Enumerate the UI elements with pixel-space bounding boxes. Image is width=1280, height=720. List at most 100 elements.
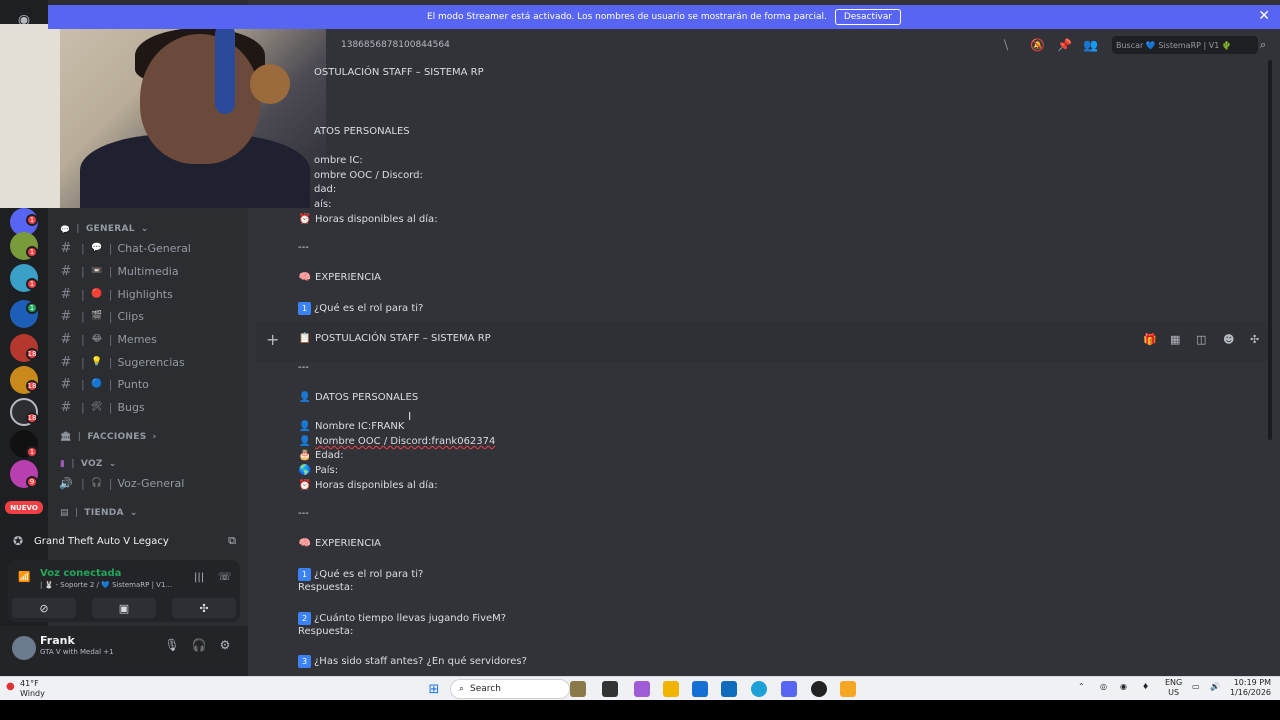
notification-badge: 1 bbox=[26, 214, 38, 226]
clock[interactable]: 10:19 PM 1/16/2026 bbox=[1230, 678, 1271, 698]
edge-icon[interactable] bbox=[751, 681, 767, 697]
webcam-overlay bbox=[0, 24, 326, 208]
windows-taskbar: ● 41°F Windy ⊞ ⌕ Search ⌃ ◎ ◉ ♦ ENG US ▭… bbox=[0, 676, 1280, 700]
channel-sugerencias[interactable]: # | 💡 | Sugerencias bbox=[56, 352, 242, 372]
notification-badge: 9 bbox=[26, 476, 38, 488]
weather-widget[interactable]: 41°F Windy bbox=[20, 679, 45, 699]
copilot-app-icon[interactable] bbox=[634, 681, 650, 697]
channel-memes[interactable]: # | 😂 | Memes bbox=[56, 329, 242, 349]
notification-badge: 1 bbox=[26, 278, 38, 290]
avatar[interactable] bbox=[12, 636, 36, 660]
store-icon[interactable] bbox=[692, 681, 708, 697]
person-icon: 👤 bbox=[298, 421, 312, 432]
channel-emoji: 🎧 bbox=[91, 478, 103, 488]
message-line: ⏰ Horas disponibles al día: bbox=[298, 480, 438, 491]
add-reaction-plus-icon[interactable]: + bbox=[266, 330, 279, 349]
scrollbar[interactable] bbox=[1268, 60, 1272, 440]
emoji-icon[interactable]: ☻ bbox=[1223, 333, 1234, 346]
channel-label: Highlights bbox=[117, 287, 173, 301]
hash-icon: # bbox=[60, 354, 72, 370]
voice-location[interactable]: | 🐰 - Soporte 2 / 💙 SistemaRP | V1... bbox=[40, 581, 172, 589]
members-icon[interactable]: 👥 bbox=[1083, 38, 1098, 52]
camera-off-button[interactable]: ⊘ bbox=[12, 598, 76, 618]
channel-highlights[interactable]: # | 🔴 | Highlights bbox=[56, 284, 242, 304]
gear-icon[interactable]: ⚙ bbox=[216, 638, 234, 656]
notification-badge: 1 bbox=[26, 302, 38, 314]
disable-streamer-button[interactable]: Desactivar bbox=[834, 9, 902, 25]
notification-badge: 1 bbox=[26, 446, 38, 458]
search-input[interactable]: Buscar 💙 SistemaRP | V1 🌵 bbox=[1112, 36, 1258, 54]
tray-icon[interactable]: ♦ bbox=[1142, 682, 1149, 691]
category-general[interactable]: 💬 | GENERAL ⌄ bbox=[60, 224, 149, 234]
tray-icon[interactable]: ◎ bbox=[1100, 682, 1107, 691]
tray-icon[interactable]: ◉ bbox=[1120, 682, 1127, 691]
hash-icon: # bbox=[60, 308, 72, 324]
cake-icon: 🎂 bbox=[298, 450, 312, 461]
medal-icon[interactable] bbox=[811, 681, 827, 697]
number-three-icon: 3 bbox=[298, 655, 311, 668]
message-line: 2 ¿Cuánto tiempo llevas jugando FiveM? bbox=[298, 612, 506, 625]
close-icon[interactable]: ✕ bbox=[1258, 8, 1270, 24]
sticker-icon[interactable]: ◫ bbox=[1196, 333, 1206, 346]
message-heading: ATOS PERSONALES bbox=[314, 126, 410, 137]
voice-status[interactable]: Voz conectada bbox=[40, 568, 121, 579]
outlook-icon[interactable] bbox=[721, 681, 737, 697]
person-icon: 👤 bbox=[298, 436, 312, 447]
screen-share-button[interactable]: ▣ bbox=[92, 598, 156, 618]
apps-icon[interactable]: ✣ bbox=[1250, 333, 1259, 346]
notification-badge: 1 bbox=[26, 246, 38, 258]
headphones-icon[interactable]: 🎧 bbox=[190, 638, 208, 656]
message-line: ⏰ Horas disponibles al día: bbox=[298, 214, 438, 225]
activity-status[interactable]: ✪ Grand Theft Auto V Legacy ⧉ bbox=[8, 527, 240, 555]
message-line: 🌎 País: bbox=[298, 465, 339, 476]
voice-connection-panel: 📶 Voz conectada | 🐰 - Soporte 2 / 💙 Sist… bbox=[8, 560, 240, 622]
search-icon[interactable]: ⌕ bbox=[1260, 38, 1266, 52]
activity-title: Grand Theft Auto V Legacy bbox=[34, 535, 169, 547]
channel-voz-general[interactable]: 🔊 | 🎧 | Voz-General bbox=[56, 473, 242, 493]
message-separator: --- bbox=[298, 362, 309, 373]
file-explorer-icon[interactable] bbox=[663, 681, 679, 697]
channel-clips[interactable]: # | 🎬 | Clips bbox=[56, 306, 242, 326]
disconnect-icon[interactable]: ☏ bbox=[218, 570, 232, 583]
chevron-up-icon[interactable]: ⌃ bbox=[1078, 682, 1085, 691]
category-tienda[interactable]: ▤ | TIENDA ⌄ bbox=[60, 508, 138, 518]
notification-mute-icon[interactable]: 🔕 bbox=[1030, 38, 1045, 52]
volume-icon[interactable]: 🔊 bbox=[1210, 682, 1220, 691]
message-line: 3 ¿Has sido staff antes? ¿En qué servidor… bbox=[298, 655, 527, 668]
channel-multimedia[interactable]: # | 📼 | Multimedia bbox=[56, 261, 242, 281]
stream-icon[interactable]: ⧉ bbox=[228, 534, 236, 548]
channel-chat-general[interactable]: # | 💬 | Chat-General bbox=[56, 238, 242, 258]
app-icon[interactable] bbox=[840, 681, 856, 697]
language-indicator[interactable]: ENG US bbox=[1165, 678, 1182, 698]
hash-icon: # bbox=[60, 286, 72, 302]
channel-bugs[interactable]: # | 🛠 | Bugs bbox=[56, 397, 242, 417]
task-view-icon[interactable] bbox=[602, 681, 618, 697]
discord-taskbar-icon[interactable] bbox=[781, 681, 797, 697]
category-voz[interactable]: ▮ | VOZ ⌄ bbox=[60, 459, 117, 469]
brain-icon: 🧠 bbox=[298, 538, 312, 549]
activities-button[interactable]: ✣ bbox=[172, 598, 236, 618]
channel-emoji: 🔵 bbox=[91, 379, 103, 389]
user-panel: Frank GTA V with Medal +1 🎙 🎧 ⚙ bbox=[0, 626, 248, 676]
copilot-icon[interactable] bbox=[570, 681, 586, 697]
notification-badge: 18 bbox=[26, 380, 38, 392]
pin-icon[interactable]: 📌 bbox=[1057, 38, 1072, 52]
category-facciones[interactable]: 🏛 | FACCIONES › bbox=[60, 432, 157, 442]
username[interactable]: Frank bbox=[40, 634, 75, 647]
channel-punto[interactable]: # | 🔵 | Punto bbox=[56, 374, 242, 394]
streamer-mode-banner: El modo Streamer está activado. Los nomb… bbox=[48, 5, 1280, 29]
camera-off-icon: ⊘ bbox=[39, 601, 49, 615]
channel-header: 1386856878100844564 ⧹ 🔕 📌 👥 Buscar 💙 Sis… bbox=[326, 30, 1280, 60]
microphone-icon[interactable]: 🎙 bbox=[163, 638, 181, 656]
display-icon[interactable]: ▭ bbox=[1192, 682, 1200, 691]
speech-icon: 💬 bbox=[60, 224, 71, 234]
taskbar-search[interactable]: ⌕ Search bbox=[450, 679, 570, 699]
noise-suppression-icon[interactable]: ||| bbox=[194, 572, 204, 583]
bank-icon: 🏛 bbox=[60, 432, 72, 442]
gift-icon[interactable]: 🎁 bbox=[1143, 333, 1157, 346]
threads-icon[interactable]: ⧹ bbox=[1004, 38, 1008, 53]
screen-share-icon: ▣ bbox=[118, 601, 130, 615]
windows-start-icon[interactable]: ⊞ bbox=[426, 681, 442, 697]
purple-icon: ▮ bbox=[60, 459, 66, 469]
gif-icon[interactable]: ▦ bbox=[1170, 333, 1180, 346]
